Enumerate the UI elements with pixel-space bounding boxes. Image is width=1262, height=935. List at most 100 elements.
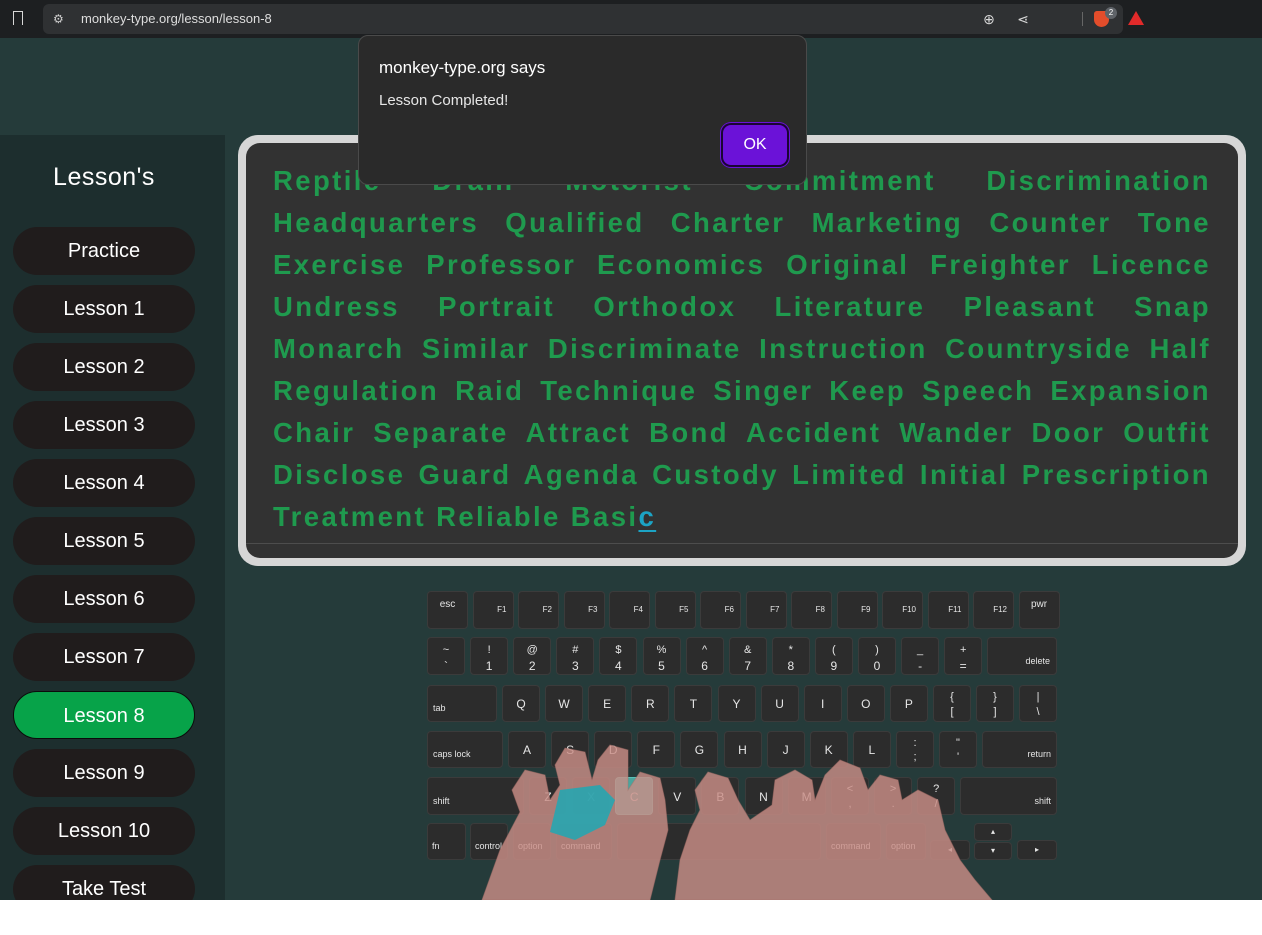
key-f8[interactable]: F8 [791, 591, 832, 629]
key-l[interactable]: L [852, 731, 891, 768]
key-9[interactable]: (9 [814, 637, 853, 675]
key-8[interactable]: * 8 [771, 637, 810, 675]
key-v[interactable]: V [658, 777, 697, 815]
key-pwr[interactable]: pwr [1018, 591, 1060, 629]
key-command[interactable]: command [556, 823, 612, 860]
key-sym[interactable]: <, [831, 777, 869, 815]
key-sym[interactable]: :; [896, 731, 934, 768]
key-fn[interactable]: fn [427, 823, 466, 860]
key-o[interactable]: O [846, 685, 885, 722]
key-b[interactable]: B [701, 777, 740, 815]
key-sym[interactable]: | \ [1019, 685, 1057, 722]
key-2[interactable]: @2 [513, 637, 552, 675]
key-delete[interactable]: delete [987, 637, 1057, 675]
key-d[interactable]: D [594, 731, 633, 768]
key-j[interactable]: J [766, 731, 805, 768]
key-arrow-down[interactable]: ▾ [974, 842, 1012, 860]
lesson-button-lesson-7[interactable]: Lesson 7 [13, 633, 195, 681]
key-f5[interactable]: F5 [654, 591, 696, 629]
key-return[interactable]: return [982, 731, 1057, 768]
key-p[interactable]: P [889, 685, 928, 722]
key-f4[interactable]: F4 [609, 591, 650, 629]
key-f7[interactable]: F7 [745, 591, 787, 629]
key-f12[interactable]: F12 [973, 591, 1014, 629]
key-m[interactable]: M [787, 777, 826, 815]
key-u[interactable]: U [760, 685, 799, 722]
key-n[interactable]: N [744, 777, 783, 815]
brave-rewards-icon[interactable] [1128, 11, 1144, 25]
key-`[interactable]: ~ ` [427, 637, 465, 675]
key-arrow-right[interactable]: ▸ [1017, 840, 1057, 860]
key-e[interactable]: E [588, 685, 627, 722]
key-x[interactable]: X [572, 777, 611, 815]
key-arrow-left[interactable]: ◂ [930, 840, 970, 860]
key--[interactable]: _ - [901, 637, 940, 675]
key-t[interactable]: T [674, 685, 713, 722]
key-1[interactable]: ! 1 [470, 637, 509, 675]
key-shift-right[interactable]: shift [960, 777, 1057, 815]
key-f2[interactable]: F2 [518, 591, 559, 629]
url-text[interactable]: monkey-type.org/lesson/lesson-8 [81, 11, 272, 26]
typing-area[interactable]: Reptile Drain Motorist Commitment Discri… [246, 143, 1238, 558]
key-f6[interactable]: F6 [700, 591, 741, 629]
lesson-button-lesson-4[interactable]: Lesson 4 [13, 459, 195, 507]
key-sym[interactable]: }] [976, 685, 1014, 722]
lesson-button-lesson-8[interactable]: Lesson 8 [13, 691, 195, 739]
key-i[interactable]: I [803, 685, 842, 722]
address-bar[interactable]: ⚙ monkey-type.org/lesson/lesson-8 ⊕ ⋖ 2 [43, 4, 1144, 34]
key-s[interactable]: S [551, 731, 590, 768]
key-space[interactable] [617, 823, 821, 860]
key-w[interactable]: W [545, 685, 584, 722]
key-sym[interactable]: {[ [933, 685, 971, 722]
key-4[interactable]: $4 [599, 637, 638, 675]
key-f10[interactable]: F10 [882, 591, 923, 629]
key-5[interactable]: % 5 [642, 637, 681, 675]
lesson-button-lesson-5[interactable]: Lesson 5 [13, 517, 195, 565]
site-settings-icon[interactable]: ⚙ [53, 12, 67, 26]
share-icon[interactable]: ⋖ [1014, 10, 1032, 28]
key-f3[interactable]: F3 [563, 591, 605, 629]
key-=[interactable]: + = [944, 637, 983, 675]
lesson-button-lesson-10[interactable]: Lesson 10 [13, 807, 195, 855]
key-sym[interactable]: >. [874, 777, 913, 815]
ok-button[interactable]: OK [723, 125, 787, 165]
key-shift-left[interactable]: shift [427, 777, 524, 815]
key-command[interactable]: command [826, 823, 881, 860]
key-h[interactable]: H [723, 731, 762, 768]
key-q[interactable]: Q [502, 685, 540, 722]
key-a[interactable]: A [508, 731, 546, 768]
lesson-button-lesson-3[interactable]: Lesson 3 [13, 401, 195, 449]
key-sym[interactable]: ? / [917, 777, 956, 815]
lesson-button-practice[interactable]: Practice [13, 227, 195, 275]
key-option[interactable]: option [886, 823, 926, 860]
key-f11[interactable]: F11 [927, 591, 969, 629]
key-6[interactable]: ^ 6 [685, 637, 724, 675]
key-c[interactable]: C [615, 777, 654, 815]
lesson-button-lesson-6[interactable]: Lesson 6 [13, 575, 195, 623]
key-option[interactable]: option [513, 823, 551, 860]
key-y[interactable]: Y [717, 685, 756, 722]
key-f1[interactable]: F1 [472, 591, 514, 629]
bookmark-icon[interactable] [13, 11, 23, 25]
key-arrow-up[interactable]: ▴ [974, 823, 1012, 841]
key-f9[interactable]: F9 [836, 591, 878, 629]
lesson-button-lesson-1[interactable]: Lesson 1 [13, 285, 195, 333]
key-f[interactable]: F [637, 731, 676, 768]
key-control[interactable]: control [470, 823, 508, 860]
zoom-icon[interactable]: ⊕ [980, 10, 998, 28]
key-sym[interactable]: " ' [939, 731, 977, 768]
key-label: G [694, 743, 705, 757]
lesson-button-lesson-2[interactable]: Lesson 2 [13, 343, 195, 391]
key-k[interactable]: K [809, 731, 848, 768]
key-tab[interactable]: tab [427, 685, 497, 722]
key-esc[interactable]: esc [427, 591, 468, 629]
key-0[interactable]: ) 0 [858, 637, 896, 675]
lesson-button-take-test[interactable]: Take Test [13, 865, 195, 900]
lesson-button-lesson-9[interactable]: Lesson 9 [13, 749, 195, 797]
key-r[interactable]: R [631, 685, 670, 722]
key-3[interactable]: #3 [556, 637, 595, 675]
key-z[interactable]: Z [529, 777, 567, 815]
key-7[interactable]: & 7 [728, 637, 767, 675]
key-g[interactable]: G [680, 731, 719, 768]
key-caps-lock[interactable]: caps lock [427, 731, 503, 768]
